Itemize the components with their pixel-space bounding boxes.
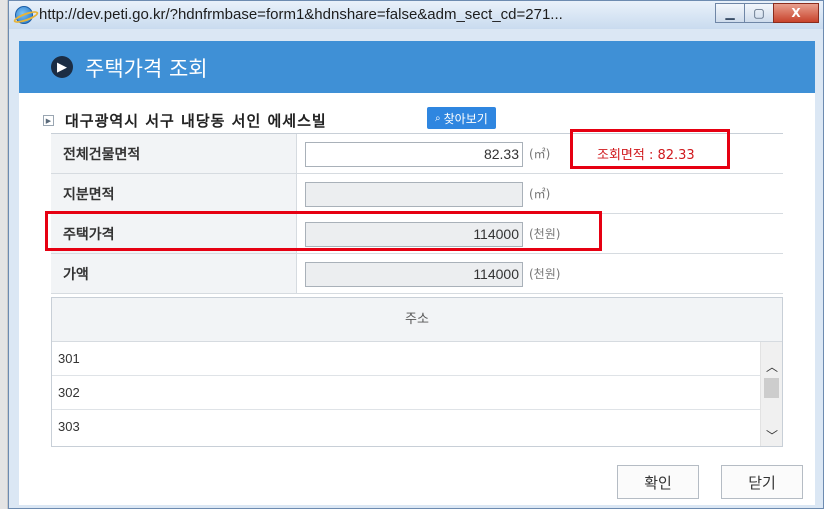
share-area-row: 지분면적 (㎡) xyxy=(51,174,783,214)
address-url[interactable]: http://dev.peti.go.kr/?hdnfrmbase=form1&… xyxy=(39,6,563,23)
close-window-button[interactable]: X xyxy=(773,3,819,23)
building-bullet-icon: ▶ xyxy=(43,115,54,126)
popup-content: ▶ 대구광역시 서구 내당동 서인 에세스빌 ⌕ 찾아보기 전체건물면적 82.… xyxy=(19,93,815,505)
popup-title: 주택가격 조회 xyxy=(85,57,208,81)
window-controls: ▁ ▢ X xyxy=(715,3,819,23)
house-price-highlight xyxy=(45,211,602,251)
internet-explorer-icon xyxy=(15,6,33,24)
inquiry-area-highlight xyxy=(570,129,730,169)
price-label: 가액 xyxy=(51,254,297,293)
address-header: 주소 xyxy=(52,298,782,342)
popup-header: ▶ 주택가격 조회 xyxy=(19,41,815,93)
header-arrow-icon: ▶ xyxy=(51,56,73,78)
address-list: 주소 301 302 303 ︿ ﹀ xyxy=(51,297,783,447)
maximize-icon: ▢ xyxy=(753,6,765,20)
total-area-input[interactable]: 82.33 xyxy=(305,142,523,167)
share-area-input[interactable] xyxy=(305,182,523,207)
search-button[interactable]: ⌕ 찾아보기 xyxy=(427,107,496,129)
price-row: 가액 114000 (천원) xyxy=(51,254,783,294)
search-icon: ⌕ xyxy=(435,112,441,124)
browser-titlebar: http://dev.peti.go.kr/?hdnfrmbase=form1&… xyxy=(9,1,823,29)
close-button[interactable]: 닫기 xyxy=(721,465,803,499)
address-scrollbar[interactable]: ︿ ﹀ xyxy=(760,342,782,446)
minimize-icon: ▁ xyxy=(725,6,735,20)
share-area-unit: (㎡) xyxy=(529,187,551,201)
list-item[interactable]: 302 xyxy=(52,376,760,410)
close-icon: X xyxy=(791,6,801,20)
scroll-down-icon[interactable]: ﹀ xyxy=(766,427,778,444)
popup-window: http://dev.peti.go.kr/?hdnfrmbase=form1&… xyxy=(8,0,824,509)
scroll-thumb[interactable] xyxy=(764,378,779,398)
total-area-unit: (㎡) xyxy=(529,147,551,161)
search-button-label: 찾아보기 xyxy=(443,111,488,126)
price-unit: (천원) xyxy=(529,267,561,281)
list-item[interactable]: 301 xyxy=(52,342,760,376)
list-item[interactable]: 303 xyxy=(52,410,760,444)
share-area-label: 지분면적 xyxy=(51,174,297,213)
price-input[interactable]: 114000 xyxy=(305,262,523,287)
minimize-button[interactable]: ▁ xyxy=(715,3,745,23)
building-name: 대구광역시 서구 내당동 서인 에세스빌 xyxy=(65,112,327,130)
confirm-button[interactable]: 확인 xyxy=(617,465,699,499)
maximize-button[interactable]: ▢ xyxy=(744,3,774,23)
background-window-edge xyxy=(0,0,8,509)
total-area-label: 전체건물면적 xyxy=(51,134,297,173)
scroll-up-icon[interactable]: ︿ xyxy=(766,358,778,375)
